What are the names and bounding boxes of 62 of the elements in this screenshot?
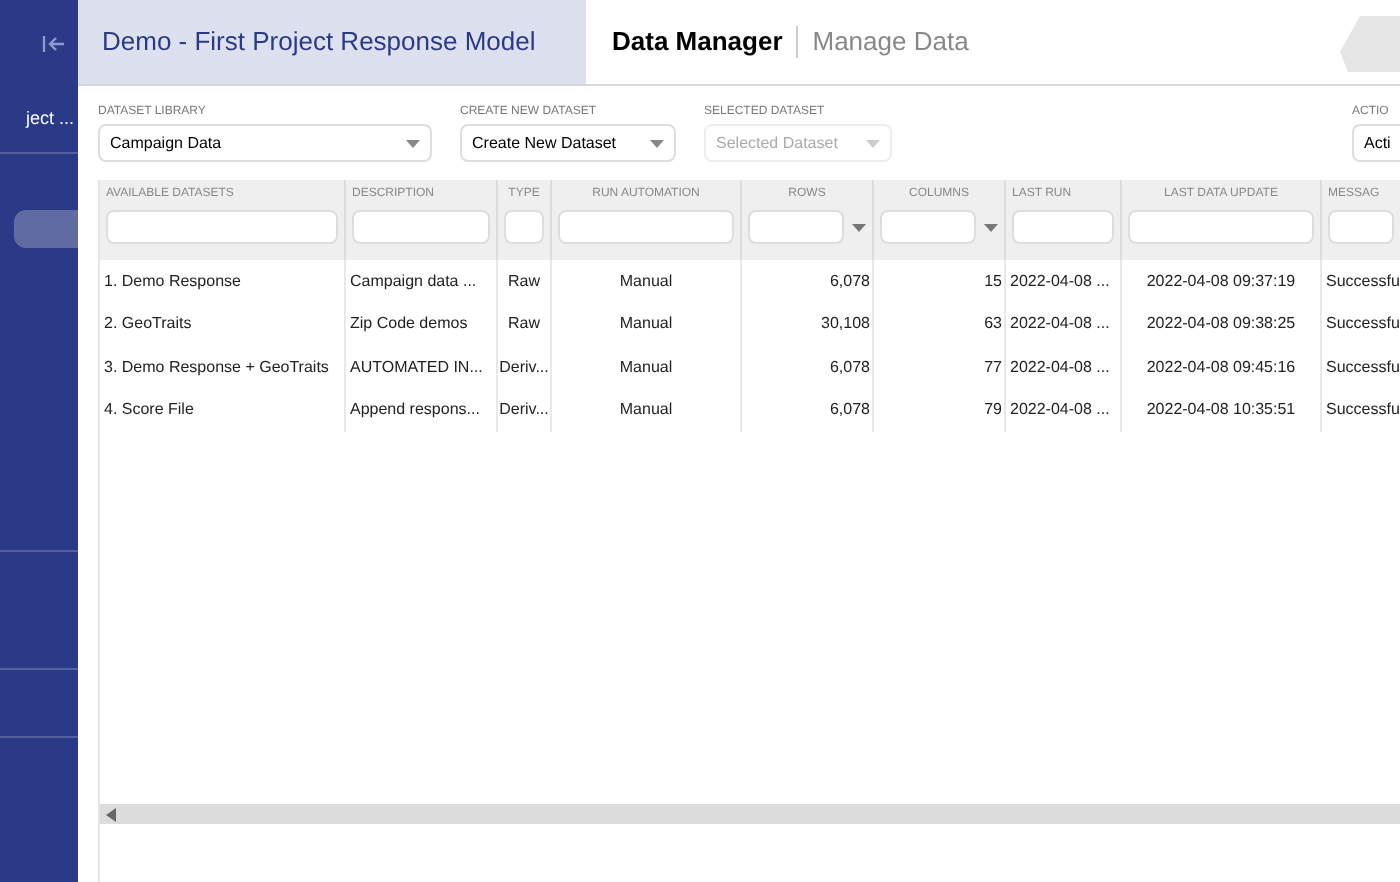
active-item-highlight[interactable] [14,210,78,248]
table-cell: Raw [507,269,540,294]
table-cell: Manual [619,269,673,294]
filter-field[interactable] [880,210,976,244]
dropdown[interactable]: Campaign Data [98,124,432,162]
table-cell: Deriv... [499,398,549,423]
filter-field[interactable] [1328,210,1394,244]
page-title: Manage Data [812,24,969,61]
filter-field[interactable] [558,210,734,244]
table-cell: Raw [507,312,540,337]
table-cell: 2022-04-08 ... [1010,269,1110,294]
table-cell: 2022-04-08 ... [1010,355,1110,380]
project-name[interactable]: ject ... [25,105,78,133]
table-cell: Manual [619,312,673,337]
dropdown[interactable]: Acti [1352,124,1400,162]
table-cell: 3. Demo Response + GeoTraits [104,355,329,380]
table-cell: Successfu [1326,355,1400,380]
caret-icon[interactable] [984,223,998,231]
table-cell: Deriv... [499,355,549,380]
table-cell: 2022-04-08 ... [1010,398,1110,423]
table-cell: 2022-04-08 10:35:51 [1146,398,1296,423]
table-cell: 4. Score File [104,398,194,423]
project-title: Demo - First Project Response Model [102,24,536,61]
table-cell: Manual [619,355,673,380]
table-cell: Successfu [1326,269,1400,294]
table-cell: 63 [984,312,1002,337]
logo-icon [1340,16,1400,72]
filter-field[interactable] [1012,210,1114,244]
table-cell: 6,078 [829,269,870,294]
table-cell: 77 [984,355,1002,380]
table-cell: 2022-04-08 ... [1010,312,1110,337]
table-cell: 79 [984,398,1002,423]
dropdown[interactable]: Create New Dataset [460,124,676,162]
table-cell: Manual [619,398,673,423]
table-cell: 6,078 [829,355,870,380]
table-cell: 2. GeoTraits [104,312,192,337]
table-cell: 2022-04-08 09:45:16 [1146,355,1296,380]
filter-field[interactable] [352,210,490,244]
collapse-icon[interactable] [42,33,66,53]
filter-field[interactable] [504,210,544,244]
table-cell: Successfu [1326,398,1400,423]
table-cell: AUTOMATED IN... [350,355,483,380]
table-cell: 1. Demo Response [104,269,241,294]
table-cell: Zip Code demos [350,312,468,337]
horizontal-scrollbar[interactable] [100,804,1400,824]
filter-field[interactable] [1128,210,1314,244]
table-cell: Append respons... [350,398,480,423]
caret-icon [866,139,880,147]
filter-field[interactable] [106,210,338,244]
caret-icon[interactable] [852,223,866,231]
table-cell: Campaign data ... [350,269,477,294]
app-title: Data Manager [612,24,783,61]
table-cell: 30,108 [821,312,870,337]
caret-icon [406,139,420,147]
table-cell: 2022-04-08 09:38:25 [1146,312,1296,337]
table-cell: Successfu [1326,312,1400,337]
table-cell: 15 [984,269,1002,294]
filter-field[interactable] [748,210,844,244]
table-cell: 2022-04-08 09:37:19 [1146,269,1296,294]
table-cell: 6,078 [829,398,870,423]
scroll-left-icon[interactable] [106,807,116,821]
caret-icon [650,139,664,147]
